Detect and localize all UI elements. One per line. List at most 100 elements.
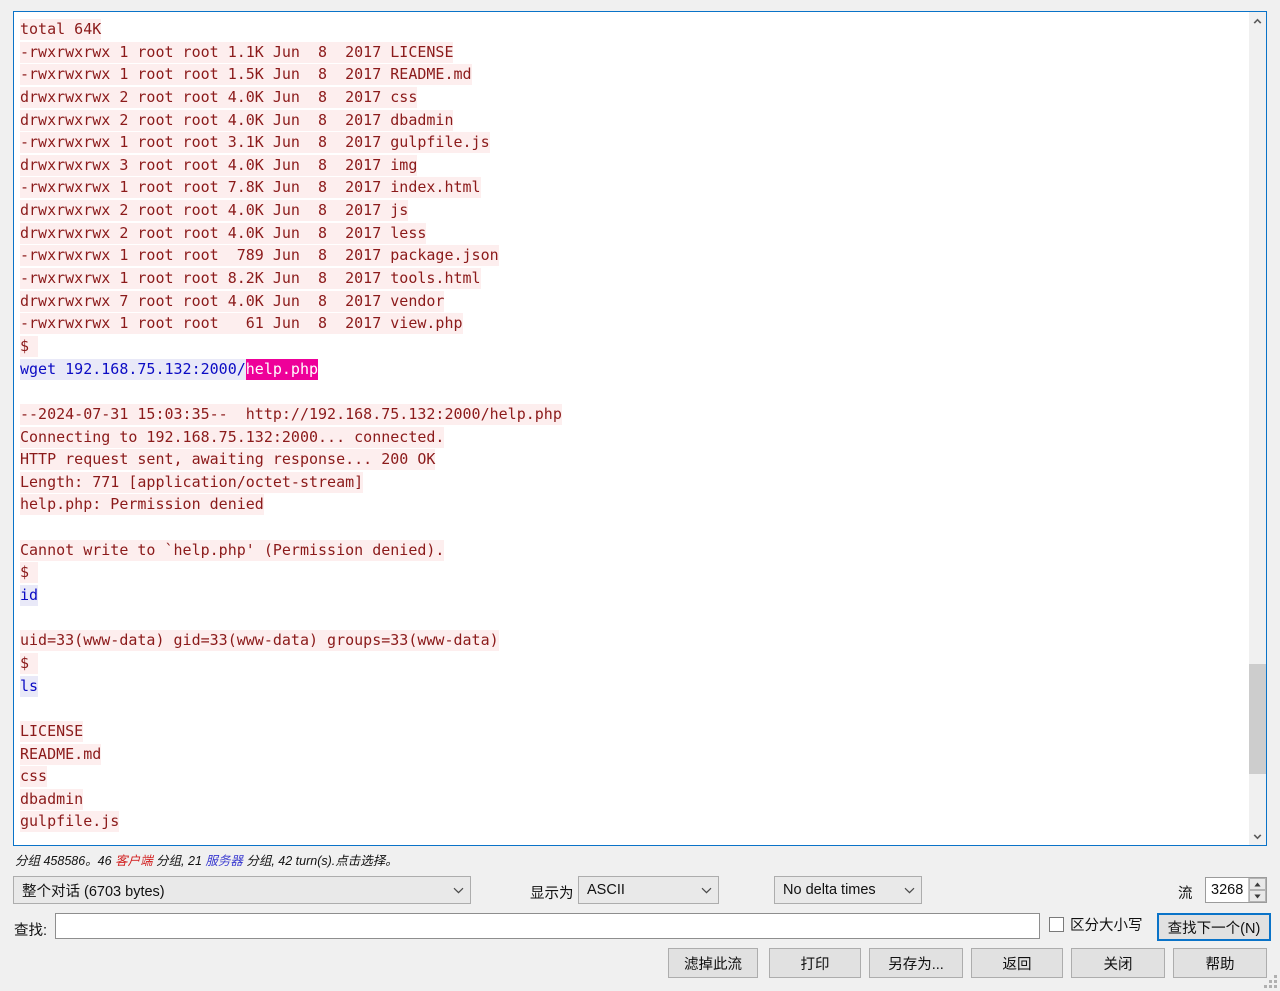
stream-line-text: Cannot write to `help.php' (Permission d…: [20, 539, 445, 561]
stream-line-blank: [20, 697, 1248, 720]
show-as-select[interactable]: ASCII: [578, 876, 719, 904]
stream-line-server: drwxrwxrwx 7 root root 4.0K Jun 8 2017 v…: [20, 290, 1248, 313]
help-button[interactable]: 帮助: [1173, 948, 1267, 978]
stream-line-text: -rwxrwxrwx 1 root root 789 Jun 8 2017 pa…: [20, 245, 499, 267]
stream-line-server: HTTP request sent, awaiting response... …: [20, 448, 1248, 471]
stream-line-blank: [20, 380, 1248, 403]
stream-line-server: README.md: [20, 743, 1248, 766]
scroll-up-icon[interactable]: [1249, 12, 1266, 29]
stream-text-body[interactable]: total 64K -rwxrwxrwx 1 root root 1.1K Jun…: [14, 12, 1248, 845]
chevron-down-icon: [453, 882, 464, 898]
print-button[interactable]: 打印: [769, 948, 861, 978]
stream-line-text: Connecting to 192.168.75.132:2000... con…: [20, 426, 445, 448]
conversation-select[interactable]: 整个对话 (6703 bytes): [13, 876, 471, 904]
stream-search-highlight: help.php: [245, 358, 319, 380]
stream-line-text: css: [20, 766, 48, 788]
stream-number-value: 3268: [1211, 882, 1244, 898]
print-label: 打印: [800, 956, 830, 973]
close-label: 关闭: [1103, 956, 1133, 973]
stream-line-server: help.php: Permission denied: [20, 493, 1248, 516]
stream-number-spinner-buttons[interactable]: [1248, 878, 1266, 902]
filter-out-this-stream-button[interactable]: 滤掉此流: [668, 948, 758, 978]
stream-line-server: LICENSE: [20, 720, 1248, 743]
stream-line-text: ls: [20, 675, 39, 697]
stream-line-text: help.php: Permission denied: [20, 494, 264, 516]
status-middle: 分组, 21: [152, 854, 206, 868]
stream-line-text: [20, 608, 29, 629]
find-next-button[interactable]: 查找下一个(N): [1157, 913, 1271, 941]
stream-line-server: -rwxrwxrwx 1 root root 8.2K Jun 8 2017 t…: [20, 267, 1248, 290]
stream-text-view[interactable]: total 64K -rwxrwxrwx 1 root root 1.1K Jun…: [13, 11, 1267, 846]
stream-line-server: Connecting to 192.168.75.132:2000... con…: [20, 426, 1248, 449]
stream-line-server: --2024-07-31 15:03:35-- http://192.168.7…: [20, 403, 1248, 426]
stream-line-server: -rwxrwxrwx 1 root root 1.5K Jun 8 2017 R…: [20, 63, 1248, 86]
delta-times-select[interactable]: No delta times: [774, 876, 922, 904]
find-next-label: 查找下一个(N): [1167, 920, 1261, 937]
show-as-label: 显示为: [530, 886, 574, 902]
stream-line-server: Cannot write to `help.php' (Permission d…: [20, 539, 1248, 562]
stream-line-blank: [20, 516, 1248, 539]
case-sensitive-label: 区分大小写: [1070, 918, 1143, 934]
stream-line-text: LICENSE: [20, 720, 84, 742]
status-server-word: 服务器: [205, 854, 243, 868]
stream-line-text: [20, 381, 29, 402]
find-input[interactable]: [55, 913, 1040, 939]
case-sensitive-checkbox[interactable]: 区分大小写: [1049, 914, 1143, 935]
stream-line-text: -rwxrwxrwx 1 root root 8.2K Jun 8 2017 t…: [20, 268, 481, 290]
stream-line-server: drwxrwxrwx 3 root root 4.0K Jun 8 2017 i…: [20, 154, 1248, 177]
stream-line-server: gulpfile.js: [20, 810, 1248, 833]
chevron-down-icon: [701, 882, 712, 898]
stream-line-text: -rwxrwxrwx 1 root root 1.1K Jun 8 2017 L…: [20, 41, 454, 63]
resize-grip-icon[interactable]: [1264, 975, 1277, 988]
stream-line-text: drwxrwxrwx 2 root root 4.0K Jun 8 2017 c…: [20, 86, 418, 108]
stream-line-text: -rwxrwxrwx 1 root root 61 Jun 8 2017 vie…: [20, 313, 463, 335]
checkbox-box-icon[interactable]: [1049, 917, 1064, 932]
stream-line-list: total 64K -rwxrwxrwx 1 root root 1.1K Jun…: [20, 18, 1248, 833]
scroll-down-icon[interactable]: [1249, 828, 1266, 845]
spinner-down-icon[interactable]: [1249, 890, 1266, 902]
stream-line-server: drwxrwxrwx 2 root root 4.0K Jun 8 2017 d…: [20, 109, 1248, 132]
stream-line-server: dbadmin: [20, 788, 1248, 811]
stream-scrollbar[interactable]: [1248, 12, 1266, 845]
help-label: 帮助: [1205, 956, 1235, 973]
stream-status-line: 分组 458586。46 客户端 分组, 21 服务器 分组, 42 turn(…: [15, 850, 398, 869]
stream-line-text: [20, 517, 29, 538]
stream-line-server: $: [20, 335, 1248, 358]
stream-line-server: drwxrwxrwx 2 root root 4.0K Jun 8 2017 l…: [20, 222, 1248, 245]
stream-line-blank: [20, 607, 1248, 630]
stream-number-spinner[interactable]: 3268: [1205, 877, 1267, 903]
filter-out-label: 滤掉此流: [684, 956, 742, 973]
stream-line-text: $: [20, 562, 39, 584]
status-client-word: 客户端: [115, 854, 153, 868]
stream-line-text: README.md: [20, 743, 102, 765]
stream-line-text: drwxrwxrwx 2 root root 4.0K Jun 8 2017 d…: [20, 109, 454, 131]
stream-line-text: $: [20, 652, 39, 674]
delta-times-select-value: No delta times: [783, 882, 876, 898]
stream-line-text: -rwxrwxrwx 1 root root 1.5K Jun 8 2017 R…: [20, 64, 472, 86]
stream-line-text: total 64K: [20, 19, 102, 40]
stream-line-text: Length: 771 [application/octet-stream]: [20, 471, 364, 493]
stream-line-text: drwxrwxrwx 3 root root 4.0K Jun 8 2017 i…: [20, 154, 418, 176]
find-label: 查找:: [14, 923, 48, 939]
back-label: 返回: [1002, 956, 1032, 973]
stream-line-server: drwxrwxrwx 2 root root 4.0K Jun 8 2017 c…: [20, 86, 1248, 109]
stream-line-server: css: [20, 765, 1248, 788]
stream-line-text: drwxrwxrwx 7 root root 4.0K Jun 8 2017 v…: [20, 290, 445, 312]
stream-line-server: -rwxrwxrwx 1 root root 1.1K Jun 8 2017 L…: [20, 41, 1248, 64]
save-as-button[interactable]: 另存为...: [869, 948, 963, 978]
stream-line-server: $: [20, 652, 1248, 675]
close-button[interactable]: 关闭: [1071, 948, 1165, 978]
stream-line-text: drwxrwxrwx 2 root root 4.0K Jun 8 2017 j…: [20, 200, 409, 222]
scrollbar-thumb[interactable]: [1249, 664, 1266, 774]
save-as-label: 另存为...: [888, 956, 944, 973]
stream-line-text: --2024-07-31 15:03:35-- http://192.168.7…: [20, 403, 562, 425]
stream-line-text: dbadmin: [20, 788, 84, 810]
spinner-up-icon[interactable]: [1249, 878, 1266, 890]
back-button[interactable]: 返回: [971, 948, 1063, 978]
status-suffix: 分组, 42 turn(s).点击选择。: [242, 854, 398, 868]
stream-line-text: $: [20, 335, 39, 357]
show-as-select-value: ASCII: [587, 882, 625, 898]
stream-line-text: [20, 698, 29, 719]
stream-line-server: -rwxrwxrwx 1 root root 7.8K Jun 8 2017 i…: [20, 176, 1248, 199]
stream-line-client: ls: [20, 675, 1248, 698]
